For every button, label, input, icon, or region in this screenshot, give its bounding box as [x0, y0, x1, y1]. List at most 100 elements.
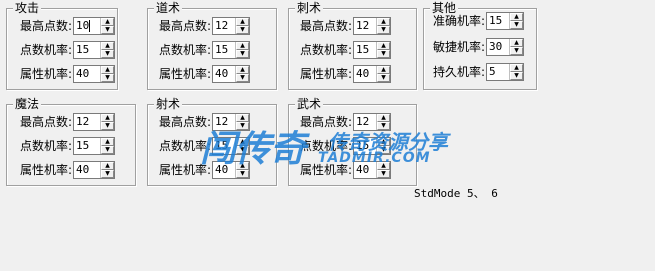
max-points-spinner[interactable]: 12 ▲ ▼: [73, 113, 115, 131]
attr-rate-spinner[interactable]: 40 ▲ ▼: [212, 161, 250, 179]
spin-down-button[interactable]: ▼: [236, 26, 249, 34]
spin-up-button[interactable]: ▲: [377, 18, 390, 26]
point-rate-spinner[interactable]: 15 ▲ ▼: [73, 137, 115, 155]
spinner-value[interactable]: 15: [354, 138, 376, 154]
max-points-spinner[interactable]: 12 ▲ ▼: [212, 17, 250, 35]
spin-up-button[interactable]: ▲: [377, 138, 390, 146]
spinner-arrows: ▲ ▼: [100, 138, 114, 154]
point-rate-spinner[interactable]: 15 ▲ ▼: [73, 41, 115, 59]
spin-up-button[interactable]: ▲: [377, 42, 390, 50]
spinner-value[interactable]: 12: [213, 114, 235, 130]
field-label: 属性机率:: [158, 67, 211, 81]
point-rate-spinner[interactable]: 15 ▲ ▼: [353, 137, 391, 155]
attr-rate-spinner[interactable]: 40 ▲ ▼: [73, 65, 115, 83]
spin-down-button[interactable]: ▼: [377, 74, 390, 82]
spin-down-button[interactable]: ▼: [101, 122, 114, 130]
spin-down-button[interactable]: ▼: [377, 146, 390, 154]
spinner-arrows: ▲ ▼: [509, 13, 523, 29]
durability-rate-spinner[interactable]: 5 ▲ ▼: [486, 63, 524, 81]
attr-rate-spinner[interactable]: 40 ▲ ▼: [73, 161, 115, 179]
field-label: 最高点数:: [19, 115, 72, 129]
spin-down-button[interactable]: ▼: [377, 50, 390, 58]
spinner-value[interactable]: 40: [354, 162, 376, 178]
spinner-value[interactable]: 40: [354, 66, 376, 82]
spin-up-button[interactable]: ▲: [377, 162, 390, 170]
accuracy-rate-spinner[interactable]: 15 ▲ ▼: [486, 12, 524, 30]
spinner-arrows: ▲ ▼: [235, 18, 249, 34]
spinner-value[interactable]: 15: [74, 138, 100, 154]
group-title: 射术: [154, 97, 183, 111]
spinner-value[interactable]: 10: [74, 18, 100, 34]
agility-rate-spinner[interactable]: 30 ▲ ▼: [486, 38, 524, 56]
spin-down-button[interactable]: ▼: [101, 26, 114, 34]
field-label: 最高点数:: [158, 115, 211, 129]
attr-rate-spinner[interactable]: 40 ▲ ▼: [212, 65, 250, 83]
attr-rate-spinner[interactable]: 40 ▲ ▼: [353, 161, 391, 179]
spin-down-button[interactable]: ▼: [510, 21, 523, 29]
point-rate-spinner[interactable]: 15 ▲ ▼: [212, 41, 250, 59]
point-rate-spinner[interactable]: 15 ▲ ▼: [212, 137, 250, 155]
attr-rate-spinner[interactable]: 40 ▲ ▼: [353, 65, 391, 83]
spin-down-button[interactable]: ▼: [236, 74, 249, 82]
spinner-value[interactable]: 15: [213, 138, 235, 154]
spinner-arrows: ▲ ▼: [235, 162, 249, 178]
spinner-value[interactable]: 12: [213, 18, 235, 34]
spin-down-button[interactable]: ▼: [510, 72, 523, 80]
spinner-value[interactable]: 5: [487, 64, 509, 80]
spin-down-button[interactable]: ▼: [236, 146, 249, 154]
spinner-value[interactable]: 15: [74, 42, 100, 58]
spin-up-button[interactable]: ▲: [236, 18, 249, 26]
spin-down-button[interactable]: ▼: [101, 146, 114, 154]
spin-up-button[interactable]: ▲: [377, 66, 390, 74]
spin-up-button[interactable]: ▲: [101, 162, 114, 170]
max-points-spinner[interactable]: 12 ▲ ▼: [353, 113, 391, 131]
group-archery: 射术 最高点数: 12 ▲ ▼ 点数机率: 15 ▲ ▼ 属性机率: 40 ▲ …: [147, 97, 277, 186]
spinner-value[interactable]: 40: [213, 162, 235, 178]
spinner-value[interactable]: 40: [74, 66, 100, 82]
spin-up-button[interactable]: ▲: [510, 64, 523, 72]
spin-up-button[interactable]: ▲: [236, 162, 249, 170]
spin-up-button[interactable]: ▲: [236, 66, 249, 74]
spin-down-button[interactable]: ▼: [101, 74, 114, 82]
spinner-value[interactable]: 12: [354, 18, 376, 34]
spinner-value[interactable]: 30: [487, 39, 509, 55]
spinner-arrows: ▲ ▼: [100, 162, 114, 178]
spin-down-button[interactable]: ▼: [510, 47, 523, 55]
spinner-arrows: ▲ ▼: [376, 138, 390, 154]
group-magic: 魔法 最高点数: 12 ▲ ▼ 点数机率: 15 ▲ ▼ 属性机率: 40 ▲ …: [6, 97, 136, 186]
max-points-spinner[interactable]: 12 ▲ ▼: [353, 17, 391, 35]
spin-up-button[interactable]: ▲: [101, 138, 114, 146]
spin-down-button[interactable]: ▼: [236, 50, 249, 58]
spinner-value[interactable]: 12: [354, 114, 376, 130]
spin-down-button[interactable]: ▼: [236, 170, 249, 178]
spinner-value[interactable]: 40: [74, 162, 100, 178]
spinner-value[interactable]: 15: [487, 13, 509, 29]
spin-down-button[interactable]: ▼: [377, 170, 390, 178]
spin-up-button[interactable]: ▲: [510, 13, 523, 21]
spinner-arrows: ▲ ▼: [100, 18, 114, 34]
max-points-spinner[interactable]: 10 ▲ ▼: [73, 17, 115, 35]
spin-up-button[interactable]: ▲: [101, 18, 114, 26]
max-points-spinner[interactable]: 12 ▲ ▼: [212, 113, 250, 131]
spin-down-button[interactable]: ▼: [377, 26, 390, 34]
group-martial: 武术 最高点数: 12 ▲ ▼ 点数机率: 15 ▲ ▼ 属性机率: 40 ▲ …: [288, 97, 417, 186]
spin-up-button[interactable]: ▲: [377, 114, 390, 122]
spin-up-button[interactable]: ▲: [236, 114, 249, 122]
spin-up-button[interactable]: ▲: [510, 39, 523, 47]
spin-down-button[interactable]: ▼: [236, 122, 249, 130]
spin-up-button[interactable]: ▲: [101, 66, 114, 74]
spinner-arrows: ▲ ▼: [376, 66, 390, 82]
spinner-value[interactable]: 15: [213, 42, 235, 58]
spinner-value[interactable]: 40: [213, 66, 235, 82]
spin-up-button[interactable]: ▲: [236, 138, 249, 146]
spin-down-button[interactable]: ▼: [101, 50, 114, 58]
spin-up-button[interactable]: ▲: [236, 42, 249, 50]
spin-up-button[interactable]: ▲: [101, 114, 114, 122]
spin-up-button[interactable]: ▲: [101, 42, 114, 50]
spin-down-button[interactable]: ▼: [377, 122, 390, 130]
field-label: 属性机率:: [19, 163, 72, 177]
spin-down-button[interactable]: ▼: [101, 170, 114, 178]
point-rate-spinner[interactable]: 15 ▲ ▼: [353, 41, 391, 59]
spinner-value[interactable]: 15: [354, 42, 376, 58]
spinner-value[interactable]: 12: [74, 114, 100, 130]
